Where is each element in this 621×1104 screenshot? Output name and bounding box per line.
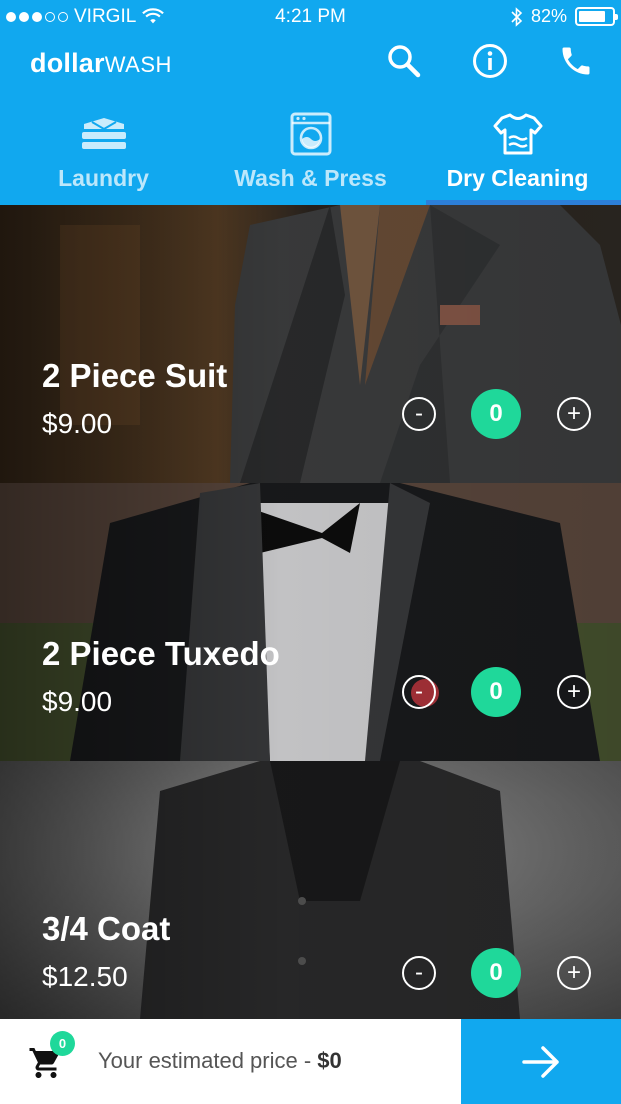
washing-machine-icon — [290, 112, 331, 156]
quantity-value: 0 — [471, 389, 521, 439]
item-name: 2 Piece Tuxedo — [42, 635, 280, 672]
quantity-stepper: - 0 + — [402, 948, 591, 998]
app-header: VIRGIL 4:21 PM 82% dollarWASH Laundry Wa… — [0, 0, 621, 205]
quantity-stepper: - 0 + — [402, 667, 591, 717]
folded-clothes-icon — [81, 118, 126, 149]
tab-label: Wash & Press — [234, 165, 387, 191]
quantity-value: 0 — [471, 667, 521, 717]
item-price: $9.00 — [42, 686, 113, 717]
increase-button[interactable]: + — [557, 675, 591, 709]
search-icon[interactable] — [385, 42, 423, 80]
decrease-button[interactable]: - — [402, 956, 436, 990]
phone-icon[interactable] — [557, 42, 595, 80]
quantity-value: 0 — [471, 948, 521, 998]
list-item: 3/4 Coat $12.50 - 0 + — [0, 761, 621, 1019]
cart-footer: 0 Your estimated price - $0 — [0, 1019, 621, 1104]
status-bar: VIRGIL 4:21 PM 82% — [0, 0, 621, 34]
quantity-stepper: - 0 + — [402, 389, 591, 439]
info-icon[interactable] — [471, 42, 509, 80]
battery-icon — [575, 7, 618, 26]
item-price: $12.50 — [42, 961, 128, 992]
item-name: 3/4 Coat — [42, 910, 171, 947]
battery-percent: 82% — [530, 6, 567, 26]
item-name: 2 Piece Suit — [42, 357, 228, 394]
list-item: 2 Piece Suit $9.00 - 0 + — [0, 205, 621, 483]
category-tabs: Laundry Wash & Press Dry Cleaning — [0, 108, 621, 205]
list-item: 2 Piece Tuxedo $9.00 - 0 + — [0, 483, 621, 761]
estimate-label: Your estimated price - — [98, 1048, 318, 1073]
tab-label: Dry Cleaning — [446, 165, 589, 191]
tab-label: Laundry — [58, 165, 149, 191]
tab-laundry[interactable]: Laundry — [0, 108, 207, 205]
cart-count-badge: 0 — [50, 1031, 75, 1056]
estimated-price: Your estimated price - $0 — [98, 1048, 342, 1074]
decrease-button[interactable]: - — [402, 675, 436, 709]
item-price: $9.00 — [42, 408, 113, 439]
increase-button[interactable]: + — [557, 956, 591, 990]
brand-logo: dollarWASH — [30, 48, 172, 79]
item-list: 2 Piece Suit $9.00 - 0 + 2 Piece Tuxedo … — [0, 205, 621, 1019]
brand-logo-light: WASH — [104, 52, 172, 77]
bluetooth-icon — [511, 6, 523, 27]
next-button[interactable] — [461, 1019, 621, 1104]
arrow-right-icon — [522, 1045, 559, 1078]
tab-dry-cleaning[interactable]: Dry Cleaning — [414, 108, 621, 205]
tab-wash-and-press[interactable]: Wash & Press — [207, 108, 414, 205]
increase-button[interactable]: + — [557, 397, 591, 431]
estimate-value: $0 — [317, 1048, 342, 1073]
brand-logo-bold: dollar — [30, 48, 105, 78]
decrease-button[interactable]: - — [402, 397, 436, 431]
shirt-icon — [493, 113, 542, 155]
